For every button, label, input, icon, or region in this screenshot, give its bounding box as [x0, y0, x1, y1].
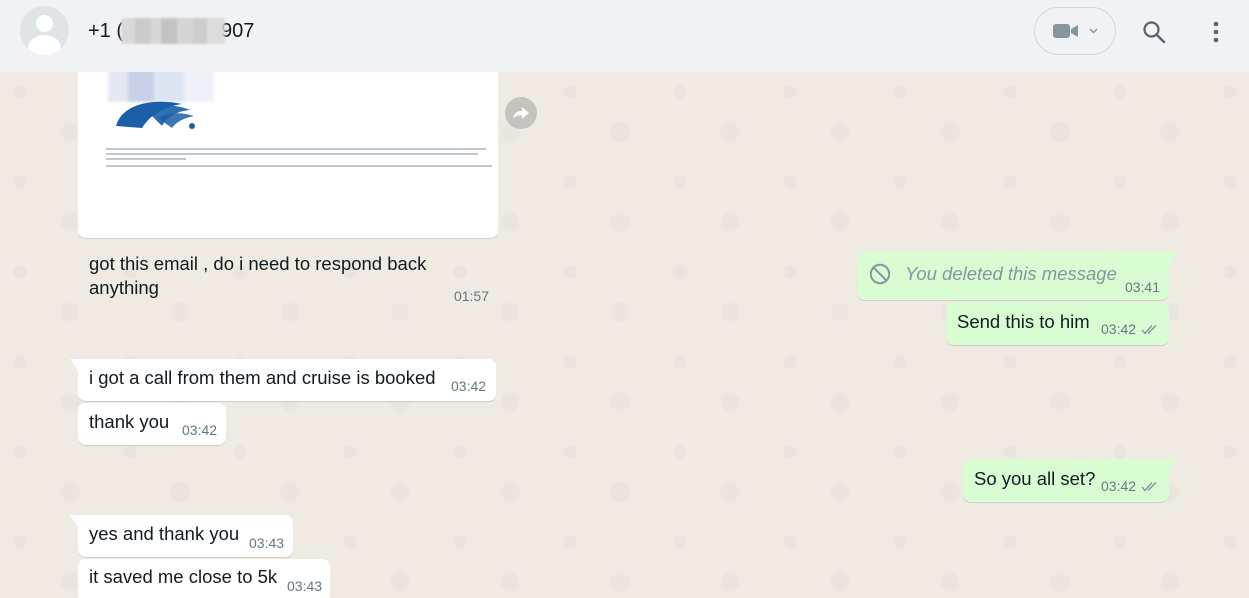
redacted-number-block — [121, 17, 226, 44]
search-icon — [1143, 21, 1166, 44]
email-fine-print-line — [106, 148, 486, 150]
contact-avatar[interactable] — [20, 6, 69, 55]
message-time: 03:43 — [249, 535, 285, 551]
incoming-text-message[interactable]: i got a call from them and cruise is boo… — [70, 359, 496, 401]
forward-arrow-icon — [513, 107, 529, 119]
blocked-icon — [869, 263, 891, 285]
avatar-body-shape — [28, 35, 61, 55]
outgoing-deleted-message[interactable]: You deleted this message 03:41 — [857, 252, 1177, 300]
message-text: yes and thank you — [89, 523, 240, 544]
message-text-continued: anything — [89, 277, 159, 298]
avatar-head-shape — [36, 15, 53, 32]
chat-header: +1 ( 907 — [0, 0, 1249, 72]
message-text: So you all set? — [974, 468, 1096, 489]
email-fine-print-line — [106, 165, 492, 167]
message-time: 03:42 — [1101, 478, 1137, 494]
contact-name-prefix: +1 ( — [88, 19, 124, 42]
forward-media-button[interactable] — [505, 97, 537, 129]
email-fine-print-line — [106, 153, 478, 155]
message-time: 03:42 — [182, 422, 218, 438]
read-receipt-icon — [1141, 324, 1157, 335]
menu-button[interactable] — [1196, 12, 1236, 52]
read-receipt-icon — [1141, 481, 1157, 492]
search-button[interactable] — [1134, 12, 1174, 52]
video-camera-icon — [1052, 24, 1078, 38]
email-screenshot-image[interactable] — [82, 72, 494, 168]
message-text: i got a call from them and cruise is boo… — [89, 367, 436, 388]
contact-name-suffix: 907 — [221, 19, 255, 42]
message-list[interactable]: got this email , do i need to respond ba… — [0, 72, 1249, 598]
chevron-down-icon — [1089, 28, 1097, 34]
outgoing-text-message[interactable]: So you all set? 03:42 — [963, 459, 1177, 502]
message-text: Send this to him — [957, 311, 1090, 332]
message-time: 03:42 — [1101, 321, 1137, 337]
cruise-logo-icon — [116, 101, 195, 129]
video-call-button[interactable] — [1034, 7, 1116, 55]
deleted-message-text: You deleted this message — [905, 263, 1117, 284]
message-text: thank you — [89, 411, 170, 432]
outgoing-text-message[interactable]: Send this to him 03:42 — [946, 302, 1169, 345]
message-text: got this email , do i need to respond ba… — [89, 253, 427, 274]
incoming-text-message[interactable]: yes and thank you 03:43 — [70, 515, 293, 557]
email-fine-print-line — [106, 158, 186, 160]
message-time: 03:43 — [287, 578, 323, 594]
incoming-text-message[interactable]: it saved me close to 5k 03:43 — [78, 559, 330, 598]
message-text: it saved me close to 5k — [89, 566, 278, 587]
message-time: 03:42 — [451, 378, 487, 394]
kebab-menu-icon — [1213, 21, 1219, 43]
incoming-text-message[interactable]: thank you 03:42 — [78, 403, 226, 445]
contact-name[interactable]: +1 ( 907 — [88, 17, 255, 44]
incoming-image-message[interactable]: got this email , do i need to respond ba… — [78, 72, 498, 304]
message-time: 01:57 — [453, 288, 489, 304]
message-time: 03:41 — [1124, 279, 1160, 295]
